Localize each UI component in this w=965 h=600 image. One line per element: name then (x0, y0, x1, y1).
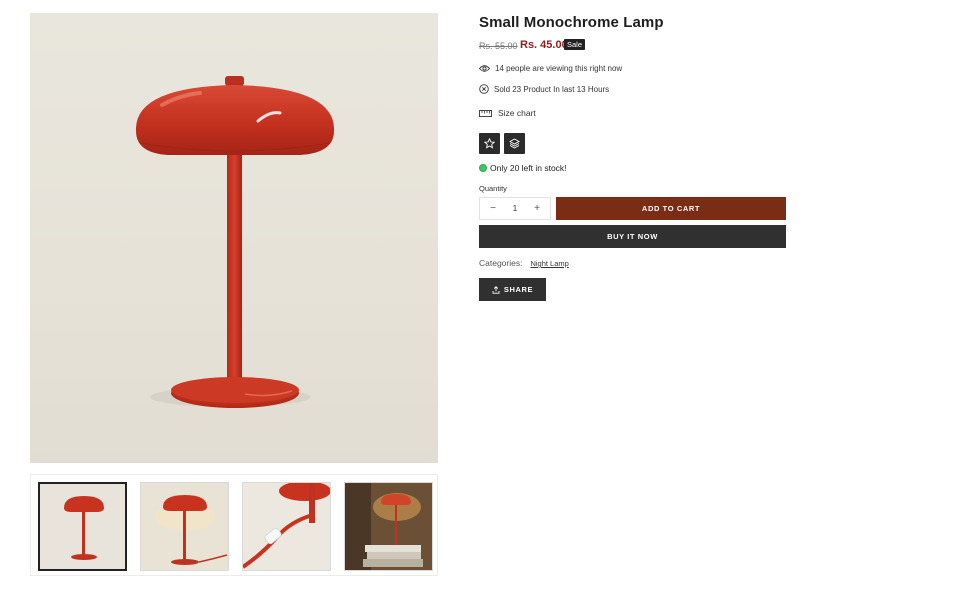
sold-text: Sold 23 Product In last 13 Hours (494, 84, 610, 94)
product-title: Small Monochrome Lamp (479, 14, 664, 31)
old-price: Rs. 55.00 (479, 41, 518, 51)
categories-row: Categories: Night Lamp (479, 258, 569, 268)
stock-status: Only 20 left in stock! (479, 163, 567, 173)
compare-button[interactable] (504, 133, 525, 154)
quantity-value[interactable]: 1 (513, 204, 517, 213)
main-product-image[interactable] (30, 13, 438, 463)
thumbnail-strip (30, 474, 438, 576)
viewers-text: 14 people are viewing this right now (495, 64, 623, 73)
add-to-cart-button[interactable]: ADD TO CART (556, 197, 786, 220)
share-button[interactable]: SHARE (479, 278, 546, 301)
size-chart-label: Size chart (498, 108, 536, 118)
ruler-icon (479, 109, 492, 117)
stock-text: Only 20 left in stock! (490, 163, 567, 173)
star-icon (484, 138, 495, 149)
thumbnail-3[interactable] (242, 482, 331, 571)
quantity-label: Quantity (479, 184, 507, 193)
size-chart-link[interactable]: Size chart (479, 108, 536, 118)
clock-icon (479, 84, 489, 94)
share-icon (492, 285, 500, 294)
stock-indicator-icon (479, 164, 487, 172)
quantity-increase-button[interactable]: + (532, 203, 542, 214)
buy-now-button[interactable]: BUY IT NOW (479, 225, 786, 248)
quantity-stepper: − 1 + (479, 197, 551, 220)
categories-label: Categories: (479, 258, 523, 268)
wishlist-button[interactable] (479, 133, 500, 154)
layers-icon (509, 138, 520, 149)
share-label: SHARE (503, 285, 534, 294)
sale-price: Rs. 45.00 (520, 39, 568, 51)
sold-info: Sold 23 Product In last 13 Hours (479, 84, 609, 94)
viewers-info: 14 people are viewing this right now (479, 64, 622, 73)
thumbnail-2[interactable] (140, 482, 229, 571)
category-link[interactable]: Night Lamp (530, 259, 568, 268)
thumbnail-4[interactable] (344, 482, 433, 571)
lamp-illustration (135, 76, 335, 408)
sale-badge: Sale (564, 39, 586, 50)
eye-icon (479, 65, 490, 72)
thumbnail-1[interactable] (38, 482, 127, 571)
quantity-decrease-button[interactable]: − (488, 203, 498, 214)
